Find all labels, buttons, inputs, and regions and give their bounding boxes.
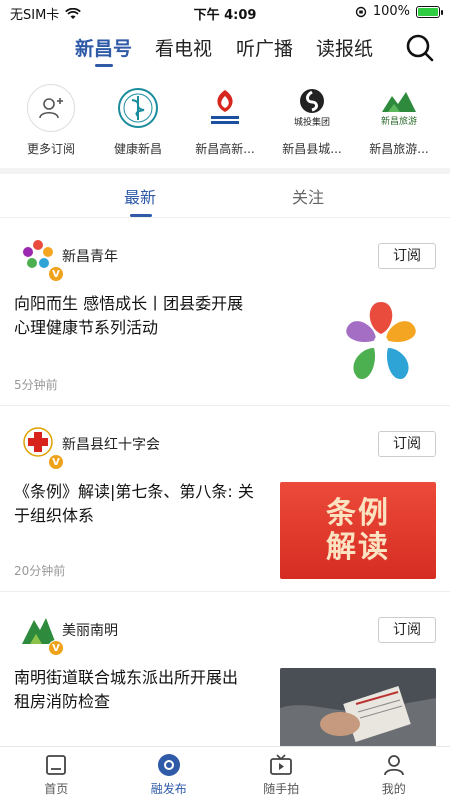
article-time: 20分钟前: [14, 564, 66, 578]
battery-icon: [416, 5, 443, 18]
thumbnail-text: 解读: [326, 529, 390, 565]
thumbnail-text: 条例: [326, 495, 390, 531]
hitech-logo: [201, 84, 249, 132]
tab-latest[interactable]: 最新: [124, 184, 156, 208]
nav-label: 融发布: [150, 782, 187, 796]
article-title-line: 《条例》解读|第七条、第八条: 关: [14, 482, 254, 501]
verified-icon: V: [48, 266, 64, 282]
nav-label: 随手拍: [263, 782, 300, 796]
tv-play-icon: [270, 754, 293, 775]
active-tab-indicator: [95, 64, 113, 67]
article-title-line: 心理健康节系列活动: [14, 318, 159, 337]
article-title[interactable]: 南明街道联合城东派出所开展出 租房消防检查: [14, 666, 238, 714]
nav-home[interactable]: 首页: [0, 747, 113, 800]
tab-watch-tv[interactable]: 看电视: [155, 34, 212, 61]
source-name[interactable]: 新昌县红十字会: [62, 434, 160, 454]
source-avatar[interactable]: V: [18, 236, 64, 282]
urban-investment-logo: 城投集团: [288, 84, 336, 132]
battery-percent: 100%: [372, 4, 410, 19]
tab-xinchanghao[interactable]: 新昌号: [75, 34, 132, 61]
nav-publish[interactable]: 融发布: [113, 747, 226, 800]
feed-card[interactable]: V 美丽南明 订阅 南明街道联合城东派出所开展出 租房消防检查: [0, 592, 450, 762]
tourism-logo: 新昌旅游: [375, 84, 423, 132]
verified-icon: V: [48, 454, 64, 470]
channel-label: 新昌县城...: [282, 142, 342, 156]
orientation-lock-icon: [355, 6, 367, 17]
source-avatar[interactable]: V: [18, 610, 64, 656]
channel-label: 新昌旅游...: [369, 142, 429, 156]
publish-icon: [157, 754, 180, 776]
subscribe-button[interactable]: 订阅: [378, 617, 436, 643]
source-avatar[interactable]: V: [18, 424, 64, 470]
channel-urban-investment[interactable]: 城投集团 新昌县城...: [271, 84, 353, 168]
article-thumbnail[interactable]: [326, 292, 436, 392]
article-title-line: 南明街道联合城东派出所开展出: [14, 668, 239, 687]
nav-label: 我的: [381, 782, 406, 796]
home-icon: [46, 755, 67, 775]
feed-card[interactable]: V 新昌县红十字会 订阅 《条例》解读|第七条、第八条: 关 于组织体系 20分…: [0, 406, 450, 592]
tourism-logo-text: 新昌旅游: [380, 116, 417, 127]
article-time: 5分钟前: [14, 378, 58, 392]
article-title-line: 向阳而生 感悟成长丨团县委开展: [14, 294, 244, 313]
bottom-navigation: 首页 融发布 随手拍 我的: [0, 746, 450, 800]
subscription-channels: 更多订阅 健康新昌 新昌高新... 城投集团 新昌县城... 新昌旅游 新昌旅游…: [0, 84, 450, 168]
urban-investment-logo-text: 城投集团: [293, 118, 330, 128]
channel-more-subscriptions[interactable]: 更多订阅: [10, 84, 92, 168]
active-feed-tab-indicator: [130, 214, 152, 217]
source-name[interactable]: 新昌青年: [62, 246, 118, 266]
top-tab-bar: 新昌号 看电视 听广播 读报纸: [0, 30, 450, 70]
nav-snapshot[interactable]: 随手拍: [225, 747, 338, 800]
article-title[interactable]: 《条例》解读|第七条、第八条: 关 于组织体系: [14, 480, 254, 528]
feed-card[interactable]: V 新昌青年 订阅 向阳而生 感悟成长丨团县委开展 心理健康节系列活动 5分钟前: [0, 218, 450, 406]
source-name[interactable]: 美丽南明: [62, 620, 118, 640]
subscribe-button[interactable]: 订阅: [378, 431, 436, 457]
channel-hitech-zone[interactable]: 新昌高新...: [184, 84, 266, 168]
channel-health-xinchang[interactable]: 健康新昌: [97, 84, 179, 168]
subscribe-button[interactable]: 订阅: [378, 243, 436, 269]
channel-label: 健康新昌: [113, 142, 162, 156]
status-bar: 无SIM卡 下午 4:09 100%: [0, 0, 450, 24]
tab-radio[interactable]: 听广播: [236, 34, 293, 61]
verified-icon: V: [48, 640, 64, 656]
article-title-line: 租房消防检查: [14, 692, 111, 711]
nav-mine[interactable]: 我的: [338, 747, 450, 800]
user-icon: [383, 755, 404, 776]
add-user-icon: [27, 84, 75, 132]
article-thumbnail[interactable]: [280, 668, 436, 748]
article-title-line: 于组织体系: [14, 506, 95, 525]
channel-tourism[interactable]: 新昌旅游 新昌旅游...: [358, 84, 440, 168]
channel-label: 更多订阅: [26, 142, 75, 156]
feed-tab-bar: 最新 关注: [0, 174, 450, 218]
channel-label: 新昌高新...: [195, 142, 255, 156]
news-feed: V 新昌青年 订阅 向阳而生 感悟成长丨团县委开展 心理健康节系列活动 5分钟前: [0, 218, 450, 762]
article-thumbnail[interactable]: 条例 解读: [280, 482, 436, 579]
article-title[interactable]: 向阳而生 感悟成长丨团县委开展 心理健康节系列活动: [14, 292, 243, 340]
tab-newspaper[interactable]: 读报纸: [316, 34, 373, 61]
nav-label: 首页: [44, 782, 69, 796]
tab-following[interactable]: 关注: [292, 184, 324, 208]
health-logo: [114, 84, 162, 132]
search-icon[interactable]: [404, 32, 436, 64]
